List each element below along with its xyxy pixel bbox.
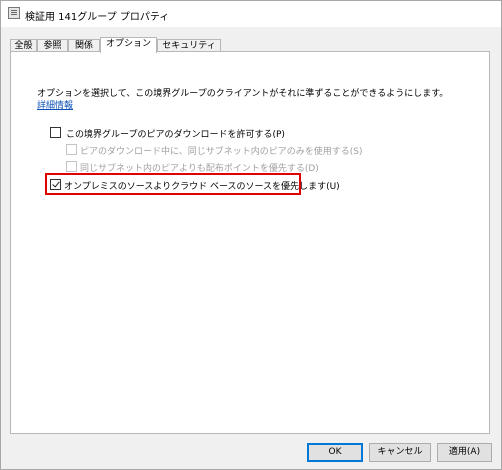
tab-options[interactable]: オプション	[100, 37, 157, 53]
apply-button[interactable]: 適用(A)	[437, 443, 492, 462]
options-panel	[10, 51, 490, 434]
window-title: 検証用 141グループ プロパティ	[25, 12, 170, 23]
prefer-cloud-sources-checkbox[interactable]	[50, 179, 61, 190]
title-bar[interactable]: 検証用 141グループ プロパティ	[1, 1, 501, 27]
window-properties-icon	[8, 7, 20, 19]
options-description: オプションを選択して、この境界グループのクライアントがそれに準ずることができるよ…	[37, 89, 449, 99]
details-link[interactable]: 詳細情報	[37, 98, 73, 111]
allow-peer-download-checkbox[interactable]	[50, 127, 61, 138]
same-subnet-peers-label: ピアのダウンロード中に、同じサブネット内のピアのみを使用する(S)	[80, 147, 363, 157]
same-subnet-peers-checkbox[interactable]	[66, 144, 77, 155]
ok-button[interactable]: OK	[307, 443, 363, 462]
cancel-button[interactable]: キャンセル	[369, 443, 431, 462]
allow-peer-download-label[interactable]: この境界グループのピアのダウンロードを許可する(P)	[66, 127, 285, 140]
prefer-distribution-points-checkbox[interactable]	[66, 161, 77, 172]
prefer-cloud-sources-label[interactable]: オンプレミスのソースよりクラウド ベースのソースを優先します(U)	[64, 179, 340, 192]
